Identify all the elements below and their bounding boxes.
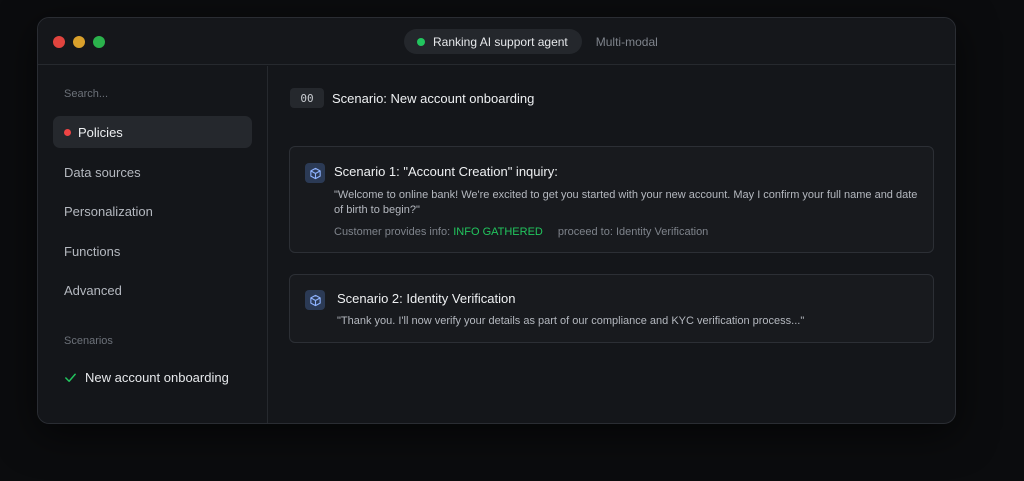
meta-customer-provides: Customer provides info: INFO GATHERED [334, 226, 543, 238]
close-window-button[interactable] [53, 36, 65, 48]
scenario-header: 00 Scenario: New account onboarding [290, 88, 534, 108]
scenario-card-quote: "Welcome to online bank! We're excited t… [334, 189, 918, 216]
tab-multi-modal[interactable]: Multi-modal [596, 35, 658, 49]
sidebar-item-label: Policies [78, 124, 123, 140]
scenario-number-badge: 00 [290, 88, 324, 108]
scenario-card-quote: "Thank you. I'll now verify your details… [337, 315, 805, 327]
sidebar-item-advanced[interactable]: Advanced [53, 274, 252, 306]
checkmark-icon [65, 373, 76, 382]
active-indicator-icon [64, 128, 71, 136]
tab-label: Ranking AI support agent [433, 34, 568, 49]
titlebar: Ranking AI support agent Multi-modal [38, 18, 955, 65]
scenario-card-2[interactable]: Scenario 2: Identity Verification "Thank… [289, 274, 934, 343]
sidebar-item-label: Functions [64, 243, 121, 259]
maximize-window-button[interactable] [93, 36, 105, 48]
info-gathered-status: INFO GATHERED [453, 226, 543, 238]
sidebar-item-data-sources[interactable]: Data sources [53, 156, 252, 188]
page-title: Scenario: New account onboarding [332, 90, 535, 106]
meta-prefix: Customer provides info: [334, 226, 451, 238]
sidebar-item-functions[interactable]: Functions [53, 235, 252, 267]
sidebar-item-policies[interactable]: Policies [53, 116, 252, 148]
meta-proceed-to: proceed to: Identity Verification [557, 226, 709, 238]
cube-icon [305, 163, 325, 183]
sidebar-scenario-new-account-onboarding[interactable]: New account onboarding [64, 370, 229, 385]
tab-bar: Ranking AI support agent Multi-modal [404, 29, 658, 54]
tab-ranking-ai-support-agent[interactable]: Ranking AI support agent [404, 29, 582, 54]
app-window: Ranking AI support agent Multi-modal Sea… [37, 17, 956, 424]
scenario-card-meta: Customer provides info: INFO GATHERED pr… [334, 226, 708, 238]
minimize-window-button[interactable] [73, 36, 85, 48]
scenario-card-title: Scenario 2: Identity Verification [337, 291, 516, 306]
scenario-card-title: Scenario 1: "Account Creation" inquiry: [334, 164, 558, 179]
cube-icon [305, 290, 325, 310]
status-dot-icon [417, 37, 425, 46]
scenario-link-label: New account onboarding [85, 370, 229, 385]
scenario-card-1[interactable]: Scenario 1: "Account Creation" inquiry: … [289, 146, 934, 253]
sidebar: Search... Policies Data sources Personal… [38, 66, 268, 423]
sidebar-item-label: Data sources [64, 164, 141, 180]
search-input[interactable]: Search... [64, 88, 108, 100]
scenarios-section-label: Scenarios [64, 335, 113, 347]
sidebar-item-personalization[interactable]: Personalization [53, 195, 252, 227]
sidebar-item-label: Advanced [64, 282, 122, 298]
sidebar-item-label: Personalization [64, 203, 153, 219]
window-controls [53, 36, 105, 48]
main-content: 00 Scenario: New account onboarding Scen… [269, 66, 955, 423]
